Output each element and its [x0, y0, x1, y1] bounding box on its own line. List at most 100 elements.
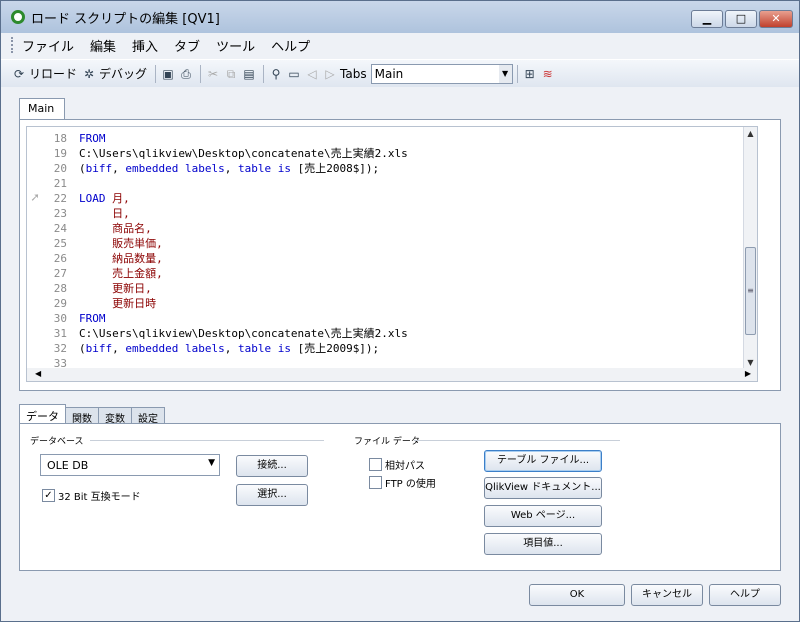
menu-help[interactable]: ヘルプ	[271, 36, 310, 55]
code-token: (	[79, 162, 86, 175]
copy-icon[interactable]: ⧉	[223, 66, 239, 82]
line-number: 25	[53, 237, 67, 250]
line-number: 18	[53, 132, 67, 145]
compat32-checkbox[interactable]: ✓ 32 Bit 互換モード	[42, 488, 141, 503]
close-button[interactable]: ✕	[759, 10, 793, 28]
maximize-button[interactable]: □	[725, 10, 757, 28]
code-line[interactable]: 31 C:\Users\qlikview\Desktop\concatenate\…	[27, 326, 747, 341]
tab-right-icon[interactable]: ▷	[322, 66, 338, 82]
file-data-group-label: ファイル データ	[354, 437, 420, 447]
code-keyword: embedded labels	[125, 162, 225, 175]
code-token: [売上2008$]);	[290, 162, 380, 175]
code-line[interactable]: 27 売上金額,	[27, 266, 747, 281]
spellcheck-icon[interactable]: ≋	[540, 66, 556, 82]
line-number: 20	[53, 162, 67, 175]
code-token: ,	[224, 162, 238, 175]
code-line[interactable]: 23 日,	[27, 206, 747, 221]
code-line[interactable]: 20 (biff, embedded labels, table is [売上20…	[27, 161, 747, 176]
code-text: 販売単価,	[79, 236, 163, 251]
tab-left-icon[interactable]: ◁	[304, 66, 320, 82]
connect-button[interactable]: 接続...	[236, 455, 308, 477]
menu-tools[interactable]: ツール	[216, 36, 255, 55]
tabs-select[interactable]: Main ▼	[370, 63, 513, 84]
bottom-tab-strip: データ 関数 変数 設定	[19, 404, 165, 425]
line-number: 23	[53, 207, 67, 220]
line-number: 32	[53, 342, 67, 355]
ok-button[interactable]: OK	[529, 584, 625, 606]
tab-data[interactable]: データ	[19, 404, 66, 425]
script-editor-frame: ▲ ≡ ▼ 18 FROM 19 C:\Users\qlikview\Desktop\…	[19, 119, 781, 391]
menu-edit[interactable]: 編集	[90, 36, 116, 55]
minimize-button[interactable]: ▁	[691, 10, 723, 28]
code-line[interactable]: 30 FROM	[27, 311, 747, 326]
code-line[interactable]: 21	[27, 176, 747, 191]
chevron-down-icon: ▼	[208, 458, 215, 468]
code-text: 日,	[79, 206, 130, 221]
table-file-button[interactable]: テーブル ファイル...	[484, 450, 602, 472]
code-text: FROM	[79, 311, 106, 326]
relative-path-checkbox[interactable]: 相対パス	[369, 457, 425, 472]
code-line[interactable]: 28 更新日,	[27, 281, 747, 296]
hierarchy-icon[interactable]: ⊞	[522, 66, 538, 82]
save-icon[interactable]: ▣	[160, 66, 176, 82]
folder-icon[interactable]: ▭	[286, 66, 302, 82]
code-line[interactable]: 32 (biff, embedded labels, table is [売上20…	[27, 341, 747, 356]
cut-icon[interactable]: ✂	[205, 66, 221, 82]
select-button[interactable]: 選択...	[236, 484, 308, 506]
code-keyword: embedded labels	[125, 342, 225, 355]
ftp-checkbox[interactable]: FTP の使用	[369, 475, 436, 490]
print-icon[interactable]: ⎙	[178, 66, 194, 82]
tabs-label: Tabs	[340, 66, 367, 81]
code-field: 更新日,	[79, 282, 152, 295]
code-token: (	[79, 342, 86, 355]
line-number: 27	[53, 267, 67, 280]
cancel-button[interactable]: キャンセル	[631, 584, 703, 606]
help-button[interactable]: ヘルプ	[709, 584, 781, 606]
code-line[interactable]: 24 商品名,	[27, 221, 747, 236]
code-line[interactable]: 19 C:\Users\qlikview\Desktop\concatenate\…	[27, 146, 747, 161]
checkbox-box	[369, 476, 382, 489]
code-field: 商品名,	[79, 222, 152, 235]
scroll-right-icon[interactable]: ▶	[745, 369, 751, 378]
qlikview-app-icon	[11, 10, 25, 24]
code-text: LOAD 月,	[79, 191, 130, 206]
debug-button[interactable]: ✲ デバッグ	[81, 65, 147, 82]
checkbox-check-icon: ✓	[42, 489, 55, 502]
code-line[interactable]: 29 更新日時	[27, 296, 747, 311]
scroll-left-icon[interactable]: ◀	[35, 369, 41, 378]
code-line[interactable]: ➚ 22 LOAD 月,	[27, 191, 747, 206]
toolbar-separator	[516, 64, 518, 83]
web-page-button[interactable]: Web ページ...	[484, 505, 602, 527]
ftp-label: FTP の使用	[385, 479, 436, 490]
toolbar: ⟳ リロード ✲ デバッグ ▣ ⎙ ✂ ⧉ ▤ ⚲ ▭ ◁ ▷ Tabs Main …	[1, 59, 799, 87]
field-value-button[interactable]: 項目値...	[484, 533, 602, 555]
script-tab-main[interactable]: Main	[19, 98, 65, 120]
load-script-editor-window: ロード スクリプトの編集 [QV1] ▁ □ ✕ ファイル 編集 挿入 タブ ツ…	[0, 0, 800, 622]
code-line[interactable]: 18 FROM	[27, 131, 747, 146]
code-text: 更新日時	[79, 296, 156, 311]
reload-button[interactable]: ⟳ リロード	[11, 65, 77, 82]
script-editor[interactable]: ▲ ≡ ▼ 18 FROM 19 C:\Users\qlikview\Desktop\…	[26, 126, 758, 370]
menu-insert[interactable]: 挿入	[132, 36, 158, 55]
menu-file[interactable]: ファイル	[22, 36, 74, 55]
debug-icon: ✲	[83, 66, 95, 81]
search-icon[interactable]: ⚲	[268, 66, 284, 82]
menu-tab[interactable]: タブ	[174, 36, 200, 55]
code-keyword: FROM	[79, 312, 106, 325]
line-number: 26	[53, 252, 67, 265]
code-token: ,	[224, 342, 238, 355]
code-keyword: biff	[85, 342, 113, 355]
qlikview-document-button[interactable]: QlikView ドキュメント...	[484, 477, 602, 499]
window-title: ロード スクリプトの編集 [QV1]	[31, 11, 220, 27]
code-line[interactable]: 26 納品数量,	[27, 251, 747, 266]
code-text: 商品名,	[79, 221, 152, 236]
code-token: [売上2009$]);	[290, 342, 380, 355]
code-field: 販売単価,	[79, 237, 163, 250]
database-select[interactable]: OLE DB ▼	[40, 454, 220, 476]
data-panel: データベース OLE DB ▼ 接続... 選択... ✓ 32 Bit 互換モ…	[19, 423, 781, 571]
code-token: ,	[112, 162, 126, 175]
code-keyword: LOAD	[79, 192, 106, 205]
code-line[interactable]: 25 販売単価,	[27, 236, 747, 251]
horizontal-scrollbar[interactable]: ◀ ▶	[26, 368, 758, 382]
paste-icon[interactable]: ▤	[241, 66, 257, 82]
